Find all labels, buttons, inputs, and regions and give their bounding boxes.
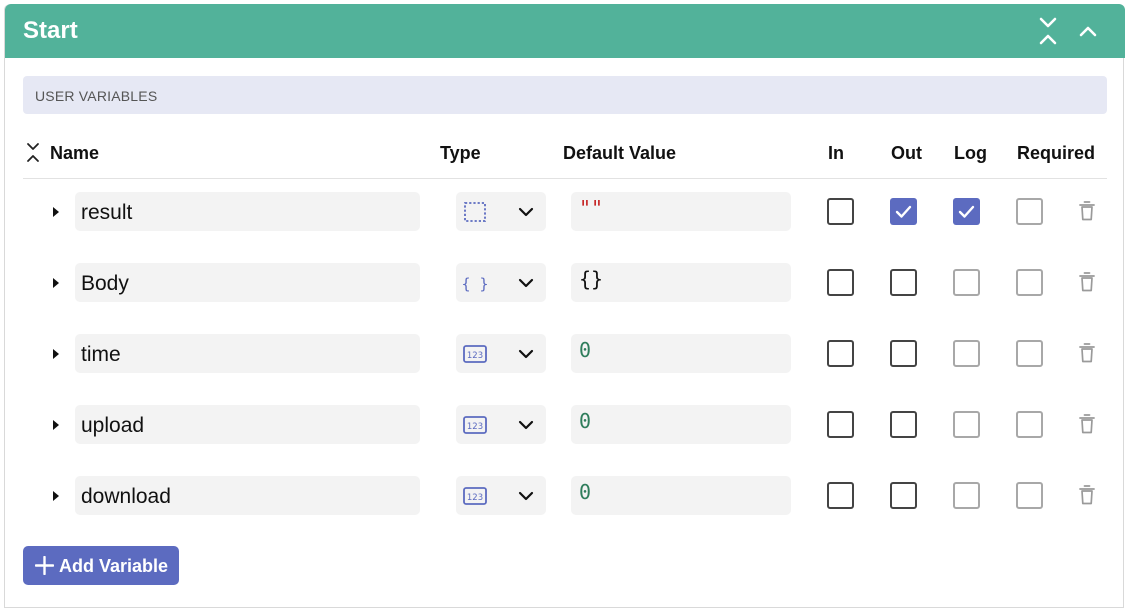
required-checkbox[interactable] <box>1016 198 1043 225</box>
variable-row: time 123 0 <box>5 334 1125 374</box>
log-checkbox[interactable] <box>953 482 980 509</box>
collapse-vertical-icon <box>1039 17 1057 45</box>
required-checkbox[interactable] <box>1016 482 1043 509</box>
log-checkbox[interactable] <box>953 269 980 296</box>
expand-row-icon[interactable] <box>49 346 63 362</box>
add-variable-button[interactable]: Add Variable <box>23 546 179 585</box>
out-checkbox[interactable] <box>890 340 917 367</box>
header-divider <box>23 178 1107 179</box>
number-type-icon: 123 <box>463 487 487 505</box>
variable-row: result "" <box>5 192 1125 232</box>
variable-row: download 123 0 <box>5 476 1125 516</box>
chevron-down-icon <box>518 349 534 359</box>
out-checkbox[interactable] <box>890 482 917 509</box>
expand-row-icon[interactable] <box>49 275 63 291</box>
chevron-down-icon <box>518 207 534 217</box>
required-checkbox[interactable] <box>1016 340 1043 367</box>
default-value-field[interactable]: 0 <box>571 334 791 373</box>
chevron-down-icon <box>518 278 534 288</box>
trash-icon[interactable] <box>1078 413 1096 435</box>
trash-icon[interactable] <box>1078 342 1096 364</box>
column-header-type: Type <box>440 143 481 163</box>
expand-row-icon[interactable] <box>49 417 63 433</box>
variable-name-field[interactable]: time <box>75 334 420 373</box>
number-type-icon: 123 <box>463 416 487 434</box>
panel-title: Start <box>23 17 78 44</box>
column-header-out: Out <box>891 143 922 163</box>
in-checkbox[interactable] <box>827 411 854 438</box>
collapse-panel-button[interactable] <box>1073 16 1103 46</box>
section-label: USER VARIABLES <box>35 88 158 104</box>
in-checkbox[interactable] <box>827 269 854 296</box>
object-type-icon: { } <box>462 275 488 293</box>
in-checkbox[interactable] <box>827 340 854 367</box>
expand-row-icon[interactable] <box>49 488 63 504</box>
in-checkbox[interactable] <box>827 198 854 225</box>
variable-name-field[interactable]: upload <box>75 405 420 444</box>
log-checkbox[interactable] <box>953 411 980 438</box>
panel-header: Start <box>5 4 1125 58</box>
required-checkbox[interactable] <box>1016 269 1043 296</box>
out-checkbox[interactable] <box>890 198 917 225</box>
column-header-name: Name <box>50 143 100 163</box>
variable-row: upload 123 0 <box>5 405 1125 445</box>
number-type-icon: 123 <box>463 345 487 363</box>
default-value-field[interactable]: 0 <box>571 476 791 515</box>
log-checkbox[interactable] <box>953 198 980 225</box>
trash-icon[interactable] <box>1078 271 1096 293</box>
variable-type-select[interactable]: 123 <box>456 405 546 444</box>
required-checkbox[interactable] <box>1016 411 1043 438</box>
svg-text:123: 123 <box>467 422 483 432</box>
column-header-required: Required <box>1017 143 1096 163</box>
out-checkbox[interactable] <box>890 411 917 438</box>
user-variables-section: USER VARIABLES <box>23 76 1107 114</box>
variable-name-field[interactable]: download <box>75 476 420 515</box>
log-checkbox[interactable] <box>953 340 980 367</box>
collapse-all-button[interactable] <box>1033 16 1063 46</box>
variable-type-select[interactable]: 123 <box>456 334 546 373</box>
variable-type-select[interactable] <box>456 192 546 231</box>
in-checkbox[interactable] <box>827 482 854 509</box>
column-header-log: Log <box>954 143 987 163</box>
svg-text:{ }: { } <box>462 275 488 293</box>
variable-row: Body { } {} <box>5 263 1125 303</box>
variable-type-select[interactable]: { } <box>456 263 546 302</box>
svg-text:123: 123 <box>467 351 483 361</box>
collapse-rows-icon[interactable] <box>23 140 43 166</box>
plus-icon <box>35 556 54 575</box>
svg-text:123: 123 <box>467 493 483 503</box>
add-variable-label: Add Variable <box>59 556 169 576</box>
column-header-default-value: Default Value <box>563 143 677 163</box>
trash-icon[interactable] <box>1078 484 1096 506</box>
variable-name-field[interactable]: result <box>75 192 420 231</box>
trash-icon[interactable] <box>1078 200 1096 222</box>
start-panel: Start USER VARIABLES Name Type Default V… <box>4 4 1125 608</box>
variable-type-select[interactable]: 123 <box>456 476 546 515</box>
chevron-up-icon <box>1079 26 1097 37</box>
expand-row-icon[interactable] <box>49 204 63 220</box>
chevron-down-icon <box>518 491 534 501</box>
out-checkbox[interactable] <box>890 269 917 296</box>
variable-name-field[interactable]: Body <box>75 263 420 302</box>
default-value-field[interactable]: {} <box>571 263 791 302</box>
column-header-in: In <box>828 143 844 163</box>
default-value-field[interactable]: "" <box>571 192 791 231</box>
chevron-down-icon <box>518 420 534 430</box>
default-value-field[interactable]: 0 <box>571 405 791 444</box>
any-type-icon <box>464 202 486 222</box>
